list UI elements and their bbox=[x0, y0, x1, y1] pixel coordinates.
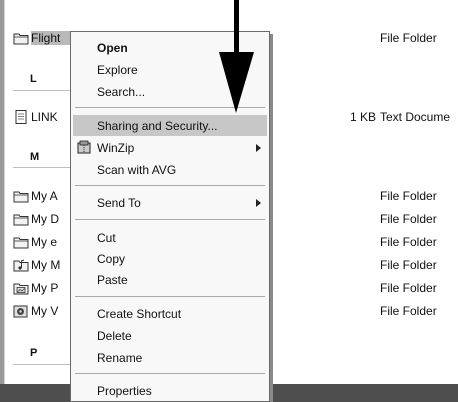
menu-label: Scan with AVG bbox=[97, 163, 177, 177]
menu-separator bbox=[75, 373, 265, 374]
menu-label: Send To bbox=[97, 196, 141, 210]
group-divider bbox=[13, 364, 73, 365]
menu-item-sharing-security[interactable]: Sharing and Security... bbox=[73, 115, 267, 136]
group-header-m: M bbox=[30, 151, 40, 163]
context-menu: Open Explore Search... Sharing and Secur… bbox=[70, 31, 270, 402]
group-divider bbox=[13, 90, 73, 91]
menu-item-create-shortcut[interactable]: Create Shortcut bbox=[73, 303, 267, 324]
group-divider bbox=[13, 167, 73, 168]
submenu-arrow-icon bbox=[256, 199, 261, 207]
menu-item-cut[interactable]: Cut bbox=[73, 227, 267, 248]
music-folder-icon bbox=[13, 259, 29, 272]
group-header-p: P bbox=[30, 347, 38, 359]
file-type: File Folder bbox=[380, 281, 437, 295]
menu-label: Delete bbox=[97, 329, 132, 343]
menu-label: Properties bbox=[97, 384, 152, 398]
menu-label: Create Shortcut bbox=[97, 307, 182, 321]
folder-icon bbox=[13, 33, 29, 45]
menu-item-scan-avg[interactable]: Scan with AVG bbox=[73, 159, 267, 180]
menu-item-explore[interactable]: Explore bbox=[73, 59, 267, 80]
menu-item-properties[interactable]: Properties bbox=[73, 380, 267, 401]
menu-label: Open bbox=[97, 41, 128, 55]
file-type: File Folder bbox=[380, 189, 437, 203]
menu-separator bbox=[75, 107, 265, 108]
menu-label: Search... bbox=[97, 85, 146, 99]
menu-separator bbox=[75, 185, 265, 186]
window-frame-left bbox=[0, 0, 5, 384]
pictures-folder-icon bbox=[13, 283, 29, 295]
menu-separator bbox=[75, 296, 265, 297]
menu-item-winzip[interactable]: WinZip bbox=[73, 137, 267, 158]
video-folder-icon bbox=[13, 305, 28, 318]
menu-item-rename[interactable]: Rename bbox=[73, 347, 267, 368]
menu-label: Rename bbox=[97, 351, 143, 365]
file-type: File Folder bbox=[380, 31, 437, 45]
menu-item-delete[interactable]: Delete bbox=[73, 325, 267, 346]
menu-item-send-to[interactable]: Send To bbox=[73, 192, 267, 213]
menu-label: Explore bbox=[97, 63, 138, 77]
folder-icon bbox=[13, 214, 29, 226]
menu-item-search[interactable]: Search... bbox=[73, 81, 267, 102]
menu-item-open[interactable]: Open bbox=[73, 37, 267, 58]
file-size: 1 KB bbox=[349, 110, 376, 124]
file-type: File Folder bbox=[380, 235, 437, 249]
menu-label: Paste bbox=[97, 273, 128, 287]
menu-label: Copy bbox=[97, 252, 126, 266]
winzip-icon bbox=[77, 140, 91, 154]
submenu-arrow-icon bbox=[256, 144, 261, 152]
menu-label: Cut bbox=[97, 231, 116, 245]
file-type: File Folder bbox=[380, 304, 437, 318]
menu-item-copy[interactable]: Copy bbox=[73, 248, 267, 269]
folder-icon bbox=[13, 191, 29, 203]
file-type: File Folder bbox=[380, 258, 437, 272]
text-file-icon bbox=[15, 110, 27, 124]
folder-icon bbox=[13, 237, 29, 249]
menu-label: WinZip bbox=[97, 141, 135, 155]
file-type: Text Docume bbox=[380, 110, 451, 124]
menu-item-paste[interactable]: Paste bbox=[73, 269, 267, 290]
file-type: File Folder bbox=[380, 212, 437, 226]
menu-label: Sharing and Security... bbox=[97, 119, 218, 133]
group-header-l: L bbox=[30, 73, 37, 85]
menu-separator bbox=[75, 219, 265, 220]
